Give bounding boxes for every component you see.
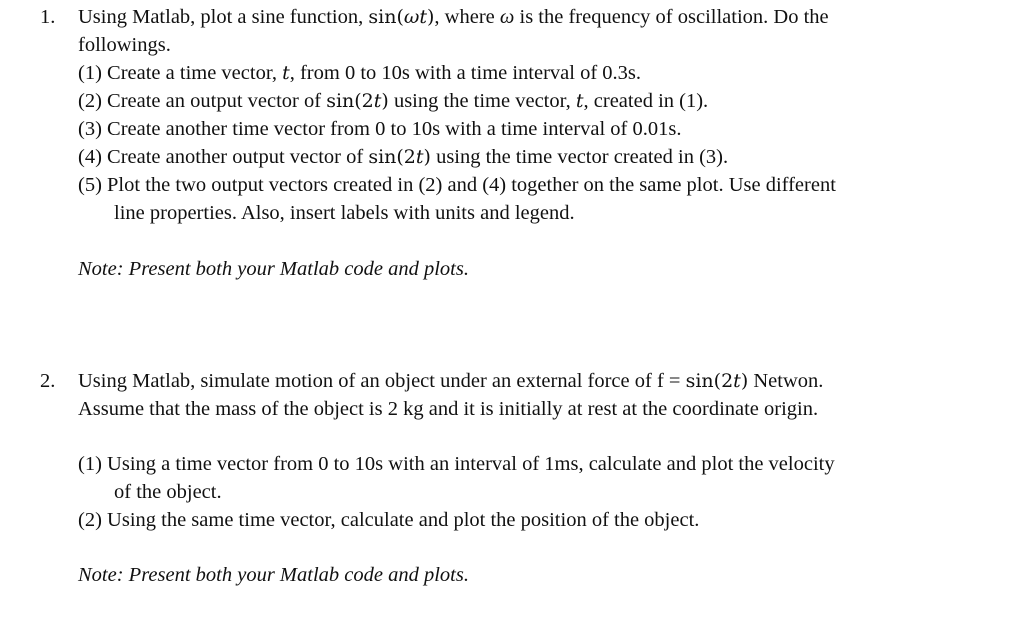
step-label: (2) xyxy=(78,509,102,531)
step-label: (3) xyxy=(78,118,102,140)
text: is the frequency of oscillation. Do the xyxy=(514,6,829,28)
question-intro-line: Using Matlab, plot a sine function, sin(… xyxy=(78,3,829,31)
step-item: (2) Create an output vector of sin(2t) u… xyxy=(78,87,708,115)
text: Using the same time vector, calculate an… xyxy=(101,509,700,531)
step-item: (4) Create another output vector of sin(… xyxy=(78,143,728,171)
math-var: ω xyxy=(499,6,515,28)
math-var: t xyxy=(282,62,290,84)
math-func: sin(2 xyxy=(326,90,374,112)
step-label: (2) xyxy=(78,90,102,112)
step-item: (2) Using the same time vector, calculat… xyxy=(78,506,699,534)
step-label: (4) xyxy=(78,146,102,168)
step-label: (5) xyxy=(78,174,102,196)
note: Note: Present both your Matlab code and … xyxy=(78,255,469,283)
question-number: 2. xyxy=(40,370,56,392)
math-close: ) xyxy=(381,90,389,112)
math-func: sin( xyxy=(368,6,404,28)
step-item-continuation: line properties. Also, insert labels wit… xyxy=(114,202,575,224)
step-item: (1) Using a time vector from 0 to 10s wi… xyxy=(78,450,835,478)
math-var: t xyxy=(415,146,424,168)
math-expression: sin(ωt) xyxy=(368,6,434,28)
math-var: t xyxy=(575,90,584,112)
text: , where xyxy=(434,6,500,28)
note-text: Note: Present both your Matlab code and … xyxy=(78,564,469,586)
text: using the time vector, xyxy=(388,90,576,112)
step-item: (1) Create a time vector, t, from 0 to 1… xyxy=(78,59,641,87)
text: Using Matlab, plot a sine function, xyxy=(78,6,369,28)
math-expression: sin(2t) xyxy=(686,370,749,392)
math-expression: sin(2t) xyxy=(368,146,431,168)
text: , from 0 to 10s with a time interval of … xyxy=(289,62,642,84)
step-label: (1) xyxy=(78,62,102,84)
step-item-continuation: of the object. xyxy=(114,481,222,503)
note: Note: Present both your Matlab code and … xyxy=(78,561,469,589)
math-var: ωt xyxy=(403,6,427,28)
text: using the time vector created in (3). xyxy=(430,146,729,168)
text: Create a time vector, xyxy=(101,62,283,84)
text: Create another time vector from 0 to 10s… xyxy=(101,118,682,140)
step-label: (1) xyxy=(78,453,102,475)
text: Create an output vector of xyxy=(101,90,327,112)
text: Plot the two output vectors created in (… xyxy=(101,174,836,196)
math-func: sin(2 xyxy=(368,146,416,168)
step-item: (3) Create another time vector from 0 to… xyxy=(78,115,681,143)
math-func: sin(2 xyxy=(685,370,734,392)
question-intro-line: Using Matlab, simulate motion of an obje… xyxy=(78,367,823,395)
question-intro-line-2: followings. xyxy=(78,34,171,56)
note-text: Note: Present both your Matlab code and … xyxy=(78,258,469,280)
text: Using a time vector from 0 to 10s with a… xyxy=(101,453,835,475)
math-close: ) xyxy=(423,146,431,168)
text: Using Matlab, simulate motion of an obje… xyxy=(78,370,686,392)
question-intro-line-2: Assume that the mass of the object is 2 … xyxy=(78,398,819,420)
math-expression: sin(2t) xyxy=(326,90,389,112)
step-item: (5) Plot the two output vectors created … xyxy=(78,171,836,199)
text: Netwon. xyxy=(748,370,824,392)
text: , created in (1). xyxy=(583,90,709,112)
question-number: 1. xyxy=(40,6,56,28)
math-var: t xyxy=(733,370,741,392)
text: Create another output vector of xyxy=(101,146,369,168)
